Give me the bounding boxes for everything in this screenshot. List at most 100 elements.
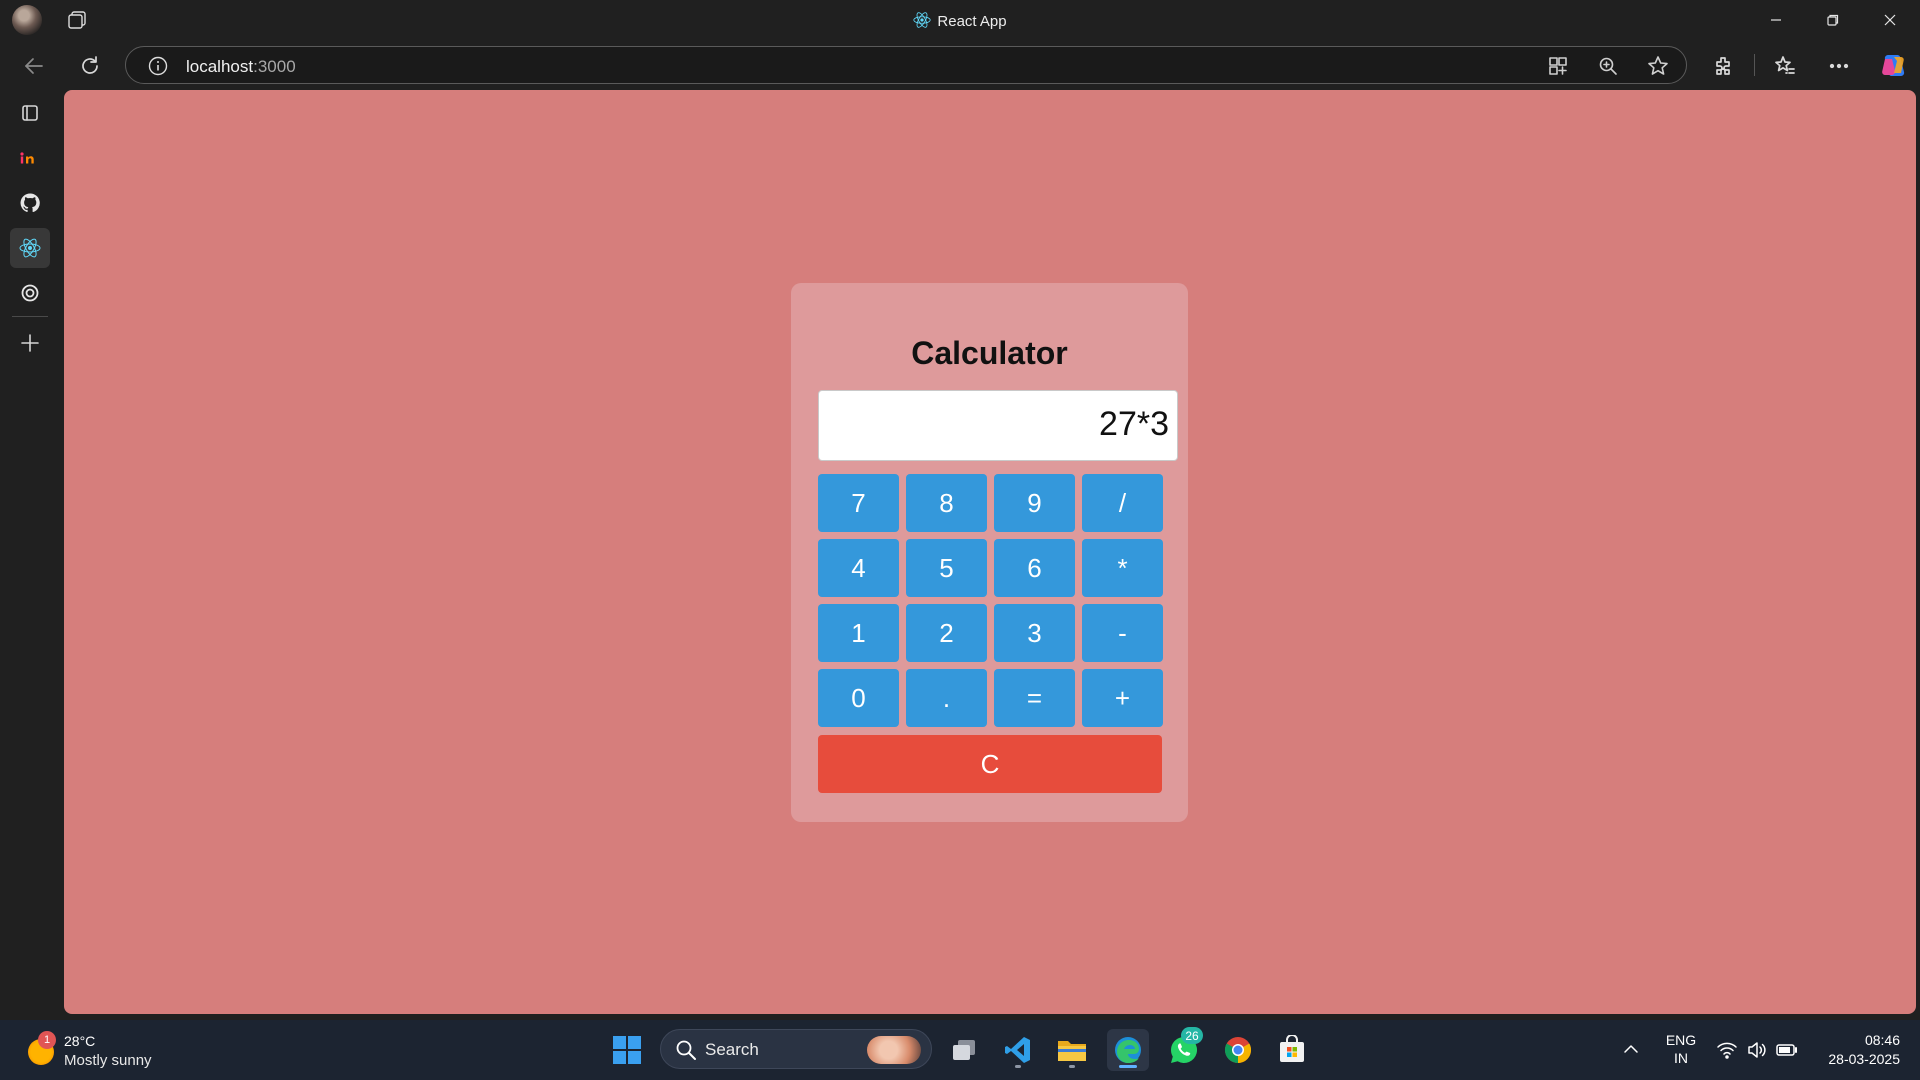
key-button[interactable]: 1 bbox=[818, 604, 899, 662]
url-port: :3000 bbox=[253, 57, 296, 76]
zoom-icon[interactable] bbox=[1597, 55, 1619, 77]
toolbar-separator bbox=[1754, 54, 1755, 76]
whatsapp-badge: 26 bbox=[1181, 1027, 1203, 1044]
restore-icon bbox=[1827, 14, 1839, 26]
taskbar-store[interactable] bbox=[1271, 1029, 1313, 1071]
url-text[interactable]: localhost:3000 bbox=[186, 57, 296, 77]
key-button[interactable]: - bbox=[1082, 604, 1163, 662]
weather-temperature: 28°C bbox=[64, 1033, 96, 1049]
wifi-icon[interactable] bbox=[1716, 1040, 1738, 1065]
taskbar-chrome[interactable] bbox=[1217, 1029, 1259, 1071]
show-hidden-icons-chevron-icon[interactable] bbox=[1622, 1040, 1640, 1063]
sidebar-item-openai[interactable] bbox=[10, 273, 50, 313]
back-arrow-icon bbox=[25, 58, 43, 74]
store-icon bbox=[1280, 1035, 1304, 1062]
key-button[interactable]: 0 bbox=[818, 669, 899, 727]
running-indicator bbox=[1069, 1065, 1075, 1068]
search-icon bbox=[675, 1039, 697, 1066]
search-label: Search bbox=[705, 1040, 759, 1059]
close-icon bbox=[1884, 14, 1896, 26]
sidebar-add-button[interactable] bbox=[10, 323, 50, 363]
taskbar-search[interactable]: Search bbox=[660, 1029, 932, 1069]
key-button[interactable]: 6 bbox=[994, 539, 1075, 597]
refresh-button[interactable] bbox=[74, 50, 106, 82]
active-indicator bbox=[1119, 1065, 1137, 1068]
tab-actions-icon bbox=[22, 105, 38, 121]
app-available-icon[interactable] bbox=[1547, 55, 1569, 77]
openai-icon bbox=[21, 284, 39, 302]
sidebar bbox=[0, 90, 60, 1020]
weather-widget[interactable]: 1 28°C Mostly sunny bbox=[24, 1031, 204, 1071]
minimize-button[interactable] bbox=[1748, 0, 1804, 40]
chrome-icon bbox=[1224, 1037, 1252, 1064]
favorite-star-icon[interactable] bbox=[1647, 55, 1669, 77]
sidebar-item-invision[interactable] bbox=[10, 138, 50, 178]
taskbar-edge[interactable] bbox=[1107, 1029, 1149, 1071]
address-bar[interactable]: localhost:3000 bbox=[125, 46, 1687, 84]
taskbar-task-view[interactable] bbox=[943, 1029, 985, 1071]
favorites-button[interactable] bbox=[1769, 50, 1801, 82]
back-button[interactable] bbox=[18, 50, 50, 82]
sidebar-item-react-app[interactable] bbox=[10, 228, 50, 268]
window-title-text: React App bbox=[937, 13, 1007, 30]
plus-icon bbox=[21, 334, 39, 352]
restore-button[interactable] bbox=[1805, 0, 1861, 40]
search-highlight-icon bbox=[867, 1036, 921, 1064]
key-button[interactable]: 7 bbox=[818, 474, 899, 532]
key-button[interactable]: = bbox=[994, 669, 1075, 727]
favorites-list-icon bbox=[1775, 56, 1795, 74]
language-code: ENG bbox=[1665, 1032, 1697, 1048]
key-button[interactable]: 3 bbox=[994, 604, 1075, 662]
sidebar-divider bbox=[12, 316, 48, 317]
copilot-button[interactable] bbox=[1877, 50, 1909, 82]
system-clock[interactable]: 08:46 28-03-2025 bbox=[1810, 1031, 1900, 1069]
more-dots-icon bbox=[1829, 63, 1849, 69]
minimize-icon bbox=[1771, 19, 1781, 21]
site-info-icon[interactable] bbox=[148, 56, 168, 81]
weather-condition: Mostly sunny bbox=[64, 1052, 152, 1069]
react-icon bbox=[913, 11, 931, 33]
start-button[interactable] bbox=[606, 1029, 648, 1071]
clear-button[interactable]: C bbox=[818, 735, 1162, 793]
extensions-button[interactable] bbox=[1708, 50, 1740, 82]
react-icon bbox=[19, 238, 41, 258]
calculator-display[interactable]: 27*3 bbox=[818, 390, 1178, 461]
key-button[interactable]: 5 bbox=[906, 539, 987, 597]
refresh-icon bbox=[82, 56, 98, 74]
invision-icon bbox=[20, 152, 34, 164]
input-language[interactable]: ENG IN bbox=[1664, 1031, 1698, 1067]
page-viewport: Calculator 27*3 7 8 9/ 4 5 6 * 1 2 3- 0. = + C bbox=[64, 90, 1916, 1014]
navigation-bar: localhost:3000 bbox=[0, 40, 1920, 90]
github-icon bbox=[20, 193, 40, 213]
close-button[interactable] bbox=[1862, 0, 1918, 40]
taskbar-file-explorer[interactable] bbox=[1051, 1029, 1093, 1071]
taskbar: 1 28°C Mostly sunny Search 26 ENG IN 08:… bbox=[0, 1020, 1920, 1080]
key-button[interactable]: 9 bbox=[994, 474, 1075, 532]
sidebar-item-github[interactable] bbox=[10, 183, 50, 223]
battery-icon[interactable] bbox=[1775, 1040, 1799, 1065]
url-host: localhost bbox=[186, 57, 254, 76]
more-button[interactable] bbox=[1823, 50, 1855, 82]
clock-time: 08:46 bbox=[1864, 1032, 1900, 1048]
key-button[interactable]: * bbox=[1082, 539, 1163, 597]
sidebar-item-tab-actions[interactable] bbox=[10, 93, 50, 133]
taskbar-vscode[interactable] bbox=[997, 1029, 1039, 1071]
language-region: IN bbox=[1674, 1050, 1688, 1066]
key-button[interactable]: 2 bbox=[906, 604, 987, 662]
running-indicator bbox=[1015, 1065, 1021, 1068]
key-button[interactable]: / bbox=[1082, 474, 1163, 532]
windows-logo-icon bbox=[613, 1036, 641, 1064]
key-button[interactable]: . bbox=[906, 669, 987, 727]
weather-badge: 1 bbox=[38, 1031, 56, 1049]
calculator-card: Calculator 27*3 7 8 9/ 4 5 6 * 1 2 3- 0. = + C bbox=[791, 283, 1188, 822]
task-view-icon bbox=[953, 1040, 975, 1060]
key-button[interactable]: 8 bbox=[906, 474, 987, 532]
folder-icon bbox=[1058, 1041, 1086, 1061]
extensions-icon bbox=[1716, 57, 1730, 75]
edge-icon bbox=[1115, 1037, 1141, 1063]
calculator-title: Calculator bbox=[911, 335, 1068, 371]
key-button[interactable]: + bbox=[1082, 669, 1163, 727]
key-button[interactable]: 4 bbox=[818, 539, 899, 597]
volume-icon[interactable] bbox=[1746, 1040, 1768, 1065]
taskbar-whatsapp[interactable]: 26 bbox=[1163, 1027, 1205, 1071]
